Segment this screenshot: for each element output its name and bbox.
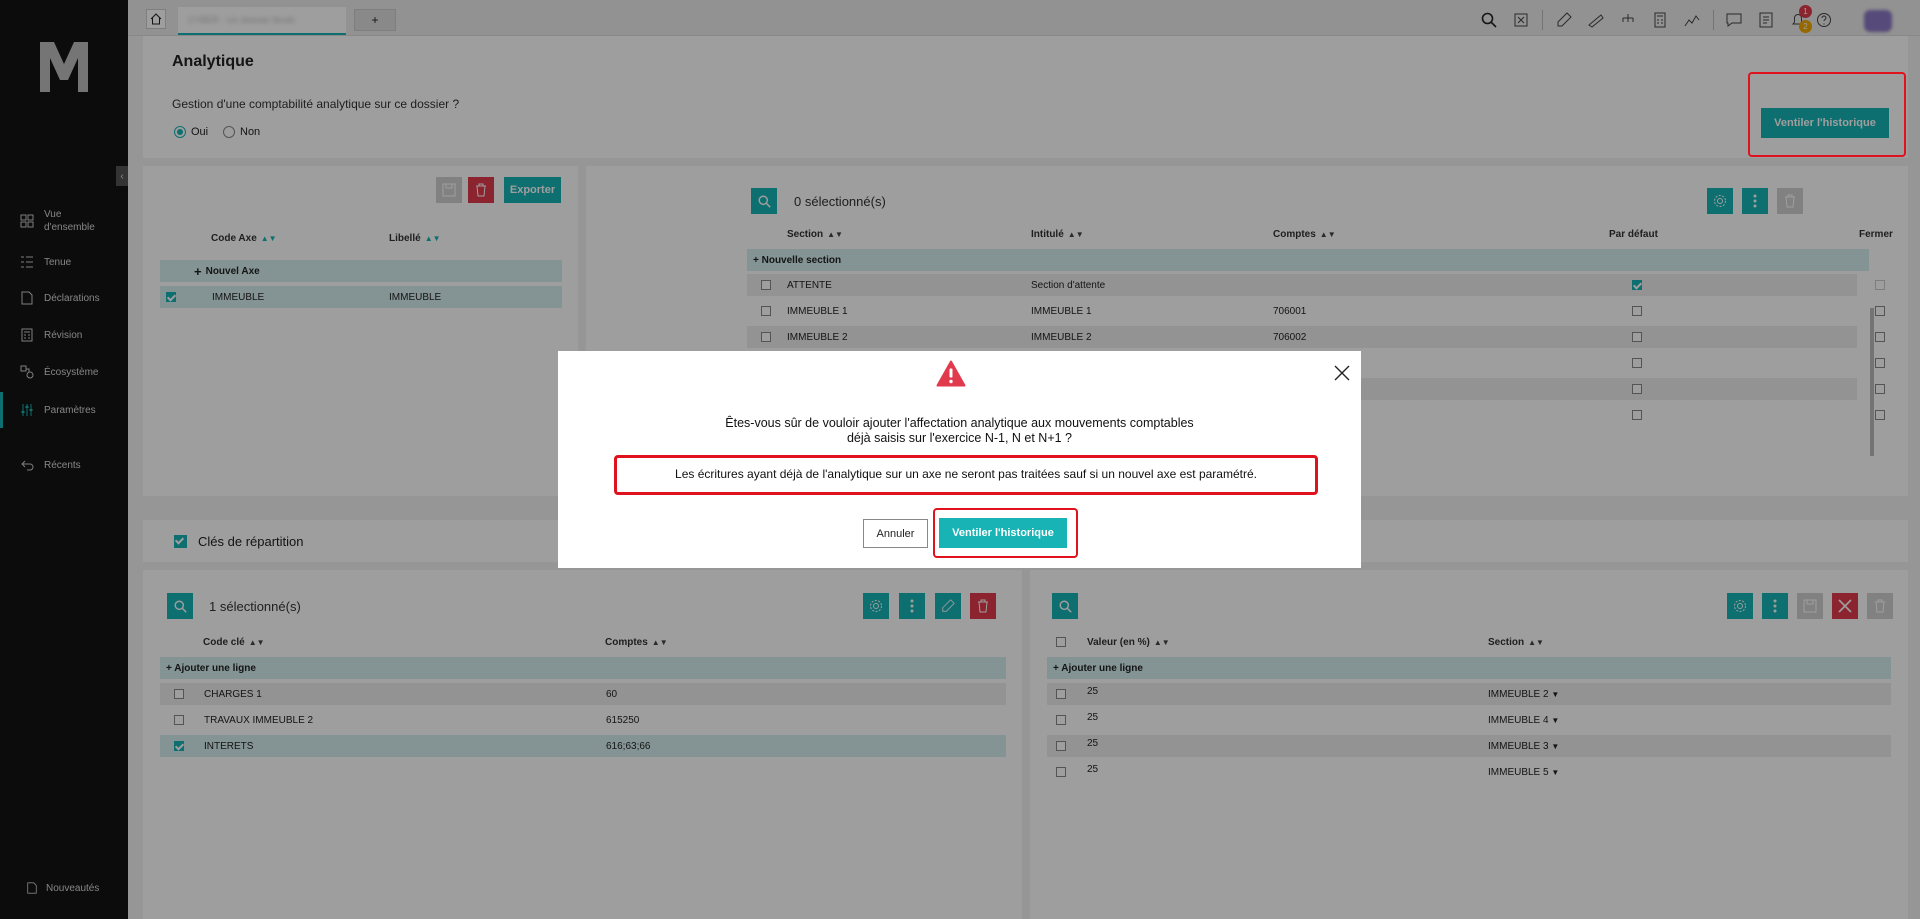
dialog-message: Êtes-vous sûr de vouloir ajouter l'affec… bbox=[558, 416, 1361, 446]
dialog-warning-text: Les écritures ayant déjà de l'analytique… bbox=[675, 467, 1257, 481]
warning-icon bbox=[936, 360, 966, 387]
confirmation-dialog: Êtes-vous sûr de vouloir ajouter l'affec… bbox=[558, 351, 1361, 568]
cancel-button[interactable]: Annuler bbox=[863, 519, 928, 548]
dialog-message-line2: déjà saisis sur l'exercice N-1, N et N+1… bbox=[846, 431, 1073, 445]
close-icon[interactable] bbox=[1334, 365, 1350, 381]
confirm-ventiler-button[interactable]: Ventiler l'historique bbox=[939, 518, 1067, 548]
cancel-label: Annuler bbox=[876, 527, 915, 540]
confirm-ventiler-label: Ventiler l'historique bbox=[952, 527, 1054, 539]
dialog-message-line1: Êtes-vous sûr de vouloir ajouter l'affec… bbox=[725, 416, 1194, 430]
highlight-ventiler-button bbox=[1748, 72, 1906, 157]
